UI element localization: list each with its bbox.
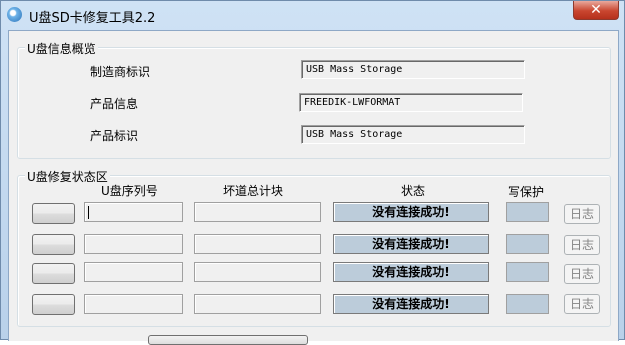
bottom-button[interactable] [148,335,308,345]
badblocks-field[interactable] [194,294,321,314]
close-icon: ✕ [590,2,602,18]
badblocks-field[interactable] [194,202,321,222]
manufacturer-field[interactable]: USB Mass Storage [301,60,525,79]
product-id-label: 产品标识 [90,129,139,143]
slot-button[interactable] [32,234,75,255]
product-id-field[interactable]: USB Mass Storage [301,125,525,144]
log-button[interactable]: 日志 [564,294,600,314]
log-button[interactable]: 日志 [564,264,600,284]
product-info-label: 产品信息 [90,97,139,111]
overview-legend: U盘信息概览 [25,40,98,57]
text-caret [88,206,89,219]
badblocks-header: 坏道总计块 [223,184,284,198]
serial-field[interactable] [84,294,183,314]
window-title: U盘SD卡修复工具2.2 [29,11,156,26]
log-button[interactable]: 日志 [564,235,600,255]
write-protect-header: 写保护 [508,185,545,199]
status-field: 没有连接成功! [333,294,489,314]
serial-header: U盘序列号 [101,184,158,198]
app-window: U盘SD卡修复工具2.2 ✕ U盘信息概览 制造商标识 USB Mass Sto… [0,0,625,345]
status-field: 没有连接成功! [333,202,489,222]
repair-status-legend: U盘修复状态区 [25,168,110,185]
badblocks-field[interactable] [194,234,321,254]
write-protect-indicator [506,202,549,222]
write-protect-indicator [506,262,549,282]
serial-field[interactable] [84,234,183,254]
status-field: 没有连接成功! [333,262,489,282]
title-bar[interactable]: U盘SD卡修复工具2.2 ✕ [1,1,624,29]
app-icon [7,7,22,22]
write-protect-indicator [506,234,549,254]
write-protect-indicator [506,294,549,314]
badblocks-field[interactable] [194,262,321,282]
status-field: 没有连接成功! [333,234,489,254]
close-button[interactable]: ✕ [573,1,619,20]
serial-field[interactable] [84,262,183,282]
product-info-field[interactable]: FREEDIK-LWFORMAT [299,93,523,112]
slot-button[interactable] [32,203,75,224]
status-header: 状态 [401,184,426,198]
slot-button[interactable] [32,294,75,315]
log-button[interactable]: 日志 [564,204,600,224]
slot-button[interactable] [32,263,75,284]
manufacturer-label: 制造商标识 [90,65,151,79]
serial-field[interactable] [84,202,183,222]
